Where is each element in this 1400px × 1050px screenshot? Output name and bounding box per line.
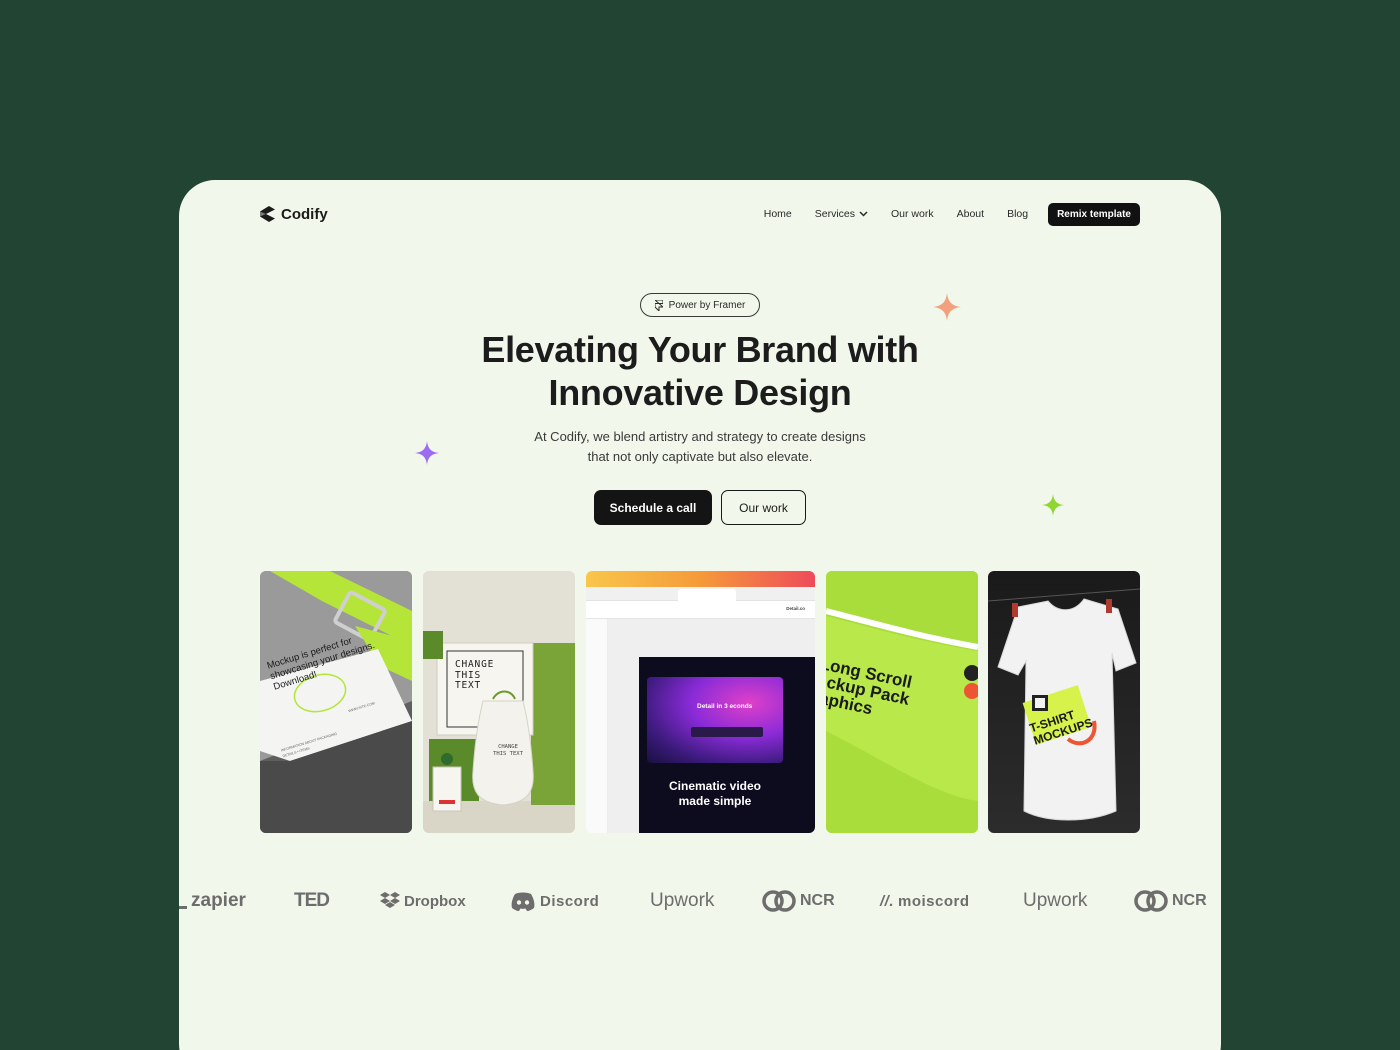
codify-logo-icon: [260, 206, 275, 222]
logo-zapier: zapier: [179, 887, 246, 915]
video-frame: Detail in 3 econds Cinematic video made …: [639, 657, 815, 833]
page-card: Codify Home Services Our work About Blog…: [179, 180, 1221, 1050]
logo-dropbox: Dropbox: [380, 887, 466, 915]
browser-gradient-bar: [586, 571, 815, 587]
top-nav: Codify Home Services Our work About Blog…: [260, 202, 1140, 226]
logo-upwork-text: Upwork: [650, 890, 715, 911]
video-title: Detail in 3 econds: [697, 703, 752, 710]
logo-ted-text: TED: [294, 890, 330, 911]
logo-moiscord-text: moiscord: [898, 892, 970, 910]
nav-blog[interactable]: Blog: [1007, 208, 1028, 220]
gallery-tile-strap-mockup[interactable]: INFORMATION ABOUT PACKAGING DETAILS • IT…: [260, 571, 412, 833]
chevron-down-icon: [859, 211, 868, 217]
caption-line-1: Cinematic video: [668, 779, 762, 793]
remix-template-button[interactable]: Remix template: [1048, 202, 1140, 226]
tshirt-mockup-image: [988, 588, 1140, 821]
nav-services[interactable]: Services: [815, 208, 868, 220]
logo-upwork-text-2: Upwork: [1023, 890, 1088, 911]
strap-mockup-image: INFORMATION ABOUT PACKAGING DETAILS • IT…: [260, 571, 412, 833]
subtitle-line-2: that not only captivate but also elevate…: [587, 449, 813, 464]
video-title-tail: econds: [729, 703, 753, 710]
browser-toolbar: Detail.co: [586, 601, 815, 619]
ncr-icon-2: [1134, 890, 1168, 912]
logo-dropbox-text: Dropbox: [404, 892, 466, 910]
sparkle-green-icon: [1042, 494, 1064, 516]
nav-links: Home Services Our work About Blog Remix …: [764, 202, 1140, 226]
nav-home[interactable]: Home: [764, 208, 792, 220]
zapier-underscore-icon: [179, 905, 187, 909]
app-sidebar: [586, 619, 608, 833]
logo-ncr-2: NCR: [1134, 887, 1207, 915]
logo-upwork-1: Upwork: [650, 887, 714, 915]
logo-ncr-text: NCR: [800, 892, 835, 909]
caption-line-2: made simple: [678, 794, 752, 808]
logo-discord: Discord: [510, 887, 599, 915]
brand-logo[interactable]: Codify: [260, 206, 328, 223]
client-logos: zapier TED Dropbox Discord Upwork NCR //…: [179, 887, 1221, 915]
our-work-button[interactable]: Our work: [721, 490, 806, 525]
sparkle-purple-icon: [415, 441, 439, 465]
gallery-tile-long-scroll[interactable]: Long Scroll ockup Pack raphics: [826, 571, 978, 833]
sparkle-orange-icon: [933, 293, 961, 321]
ncr-icon: [762, 890, 796, 912]
sign-line-3: TEXT: [455, 680, 482, 691]
logo-discord-text: Discord: [540, 892, 600, 910]
gallery-tile-tshirt[interactable]: T-SHIRT MOCKUPS: [988, 571, 1140, 833]
app-url: Detail.co: [786, 606, 805, 611]
headline-line-2: Innovative Design: [548, 372, 852, 413]
bag-line-2: THIS TEXT: [493, 750, 523, 757]
logo-ted: TED: [294, 887, 330, 915]
bag-text: CHANGE THIS TEXT: [483, 744, 533, 757]
hero-subtitle: At Codify, we blend artistry and strateg…: [479, 427, 921, 467]
gallery-tile-video-app[interactable]: Detail.co Detail in 3 econds Cinematic v…: [586, 571, 815, 833]
slash-mark-icon: //.: [880, 892, 895, 910]
framer-icon: [654, 299, 663, 311]
nav-about[interactable]: About: [957, 208, 984, 220]
schedule-call-button[interactable]: Schedule a call: [594, 490, 712, 525]
bag-mockup-image: [423, 571, 575, 833]
dropbox-icon: [380, 892, 400, 908]
sign-text: CHANGE THIS TEXT: [455, 659, 495, 692]
logo-moiscord: //. moiscord: [880, 887, 970, 915]
discord-icon: [511, 892, 535, 911]
framer-badge[interactable]: Power by Framer: [640, 293, 760, 317]
nav-services-label: Services: [814, 208, 856, 220]
brand-name: Codify: [281, 205, 328, 223]
video-caption: Cinematic video made simple: [639, 779, 791, 809]
sign-line-1: CHANGE: [455, 659, 495, 670]
nav-our-work[interactable]: Our work: [891, 208, 934, 220]
browser-tabs: [586, 587, 815, 601]
video-title-text: Detail in 3: [697, 703, 728, 710]
logo-upwork-2: Upwork: [1023, 887, 1087, 915]
hero-headline: Elevating Your Brand with Innovative Des…: [379, 328, 1021, 414]
logo-ncr-1: NCR: [762, 887, 835, 915]
headline-line-1: Elevating Your Brand with: [481, 329, 919, 370]
badge-label: Power by Framer: [668, 299, 746, 311]
gallery-tile-bag-mockup[interactable]: CHANGE THIS TEXT CHANGE THIS TEXT: [423, 571, 575, 833]
subtitle-line-1: At Codify, we blend artistry and strateg…: [534, 429, 866, 444]
logo-zapier-text: zapier: [191, 890, 246, 911]
logo-ncr-text-2: NCR: [1172, 892, 1207, 909]
